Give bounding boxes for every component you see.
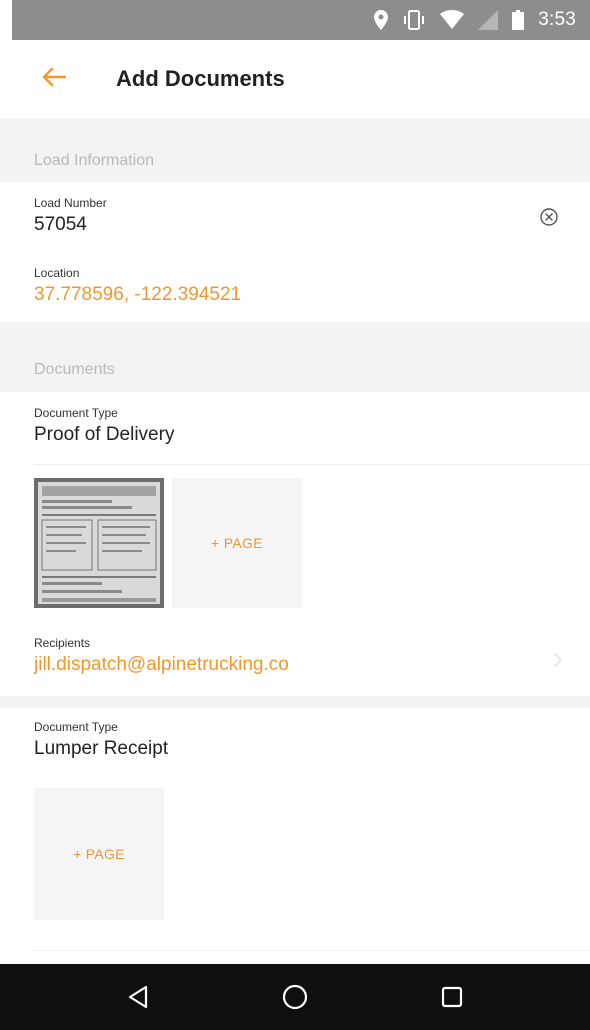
clear-icon[interactable] — [538, 206, 560, 228]
load-number-label: Load Number — [34, 196, 107, 210]
document-type-field[interactable]: Document Type Lumper Receipt — [0, 708, 590, 780]
document-type-value: Lumper Receipt — [34, 738, 169, 759]
document-type-value: Proof of Delivery — [34, 424, 175, 445]
location-value: 37.778596, -122.394521 — [34, 284, 242, 305]
screen: 3:53 Add Documents Load Information Load… — [0, 0, 590, 1030]
document-scan-image — [34, 478, 164, 608]
page-title: Add Documents — [116, 66, 285, 91]
section-header-load-information: Load Information — [0, 140, 590, 182]
load-number-value: 57054 — [34, 214, 87, 235]
divider — [34, 464, 590, 465]
add-page-button[interactable]: + PAGE — [172, 478, 302, 608]
document-type-label: Document Type — [34, 406, 118, 420]
vibrate-icon — [402, 10, 426, 30]
arrow-left-icon — [42, 67, 67, 92]
document-type-label: Document Type — [34, 720, 118, 734]
spacer — [0, 696, 590, 708]
status-bar: 3:53 — [12, 0, 590, 40]
back-button[interactable] — [0, 40, 100, 118]
load-number-field[interactable]: Load Number 57054 — [0, 182, 590, 252]
back-triangle-icon[interactable] — [108, 967, 168, 1027]
wifi-icon — [440, 10, 465, 30]
add-page-button[interactable]: + PAGE — [34, 788, 164, 920]
document-page-thumbnail[interactable] — [34, 478, 164, 608]
battery-icon — [512, 10, 525, 30]
navigation-bar — [0, 964, 590, 1030]
home-circle-icon[interactable] — [265, 967, 325, 1027]
section-header-documents: Documents — [0, 348, 590, 392]
recipients-field[interactable]: Recipients jill.dispatch@alpinetrucking.… — [0, 624, 590, 696]
chevron-right-icon[interactable] — [548, 650, 568, 670]
location-field[interactable]: Location 37.778596, -122.394521 — [0, 252, 590, 322]
app-bar: Add Documents — [0, 40, 590, 118]
status-time: 3:53 — [538, 9, 576, 30]
document-type-field[interactable]: Document Type Proof of Delivery — [0, 392, 590, 464]
location-icon — [374, 10, 389, 30]
spacer — [0, 322, 590, 348]
recipients-value: jill.dispatch@alpinetrucking.co — [34, 654, 289, 675]
divider — [34, 950, 590, 951]
recents-square-icon[interactable] — [422, 967, 482, 1027]
location-label: Location — [34, 266, 80, 280]
spacer — [0, 118, 590, 140]
recipients-label: Recipients — [34, 636, 91, 650]
signal-icon — [478, 10, 499, 30]
